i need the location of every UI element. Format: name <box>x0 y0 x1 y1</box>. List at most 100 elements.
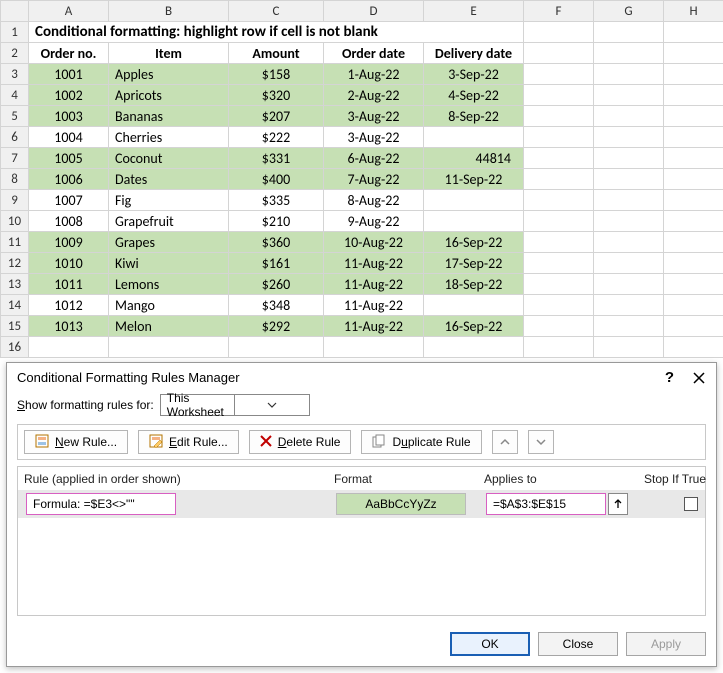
row-header[interactable]: 2 <box>1 43 29 64</box>
row-header[interactable]: 10 <box>1 211 29 232</box>
row-header[interactable]: 16 <box>1 337 29 358</box>
cell-amount[interactable]: $348 <box>229 295 324 316</box>
move-down-button[interactable] <box>528 430 554 454</box>
cell-orderdate[interactable]: 11-Aug-22 <box>324 274 424 295</box>
col-header[interactable]: G <box>594 1 664 22</box>
cell-amount[interactable]: $320 <box>229 85 324 106</box>
move-up-button[interactable] <box>492 430 518 454</box>
cell-orderdate[interactable]: 3-Aug-22 <box>324 106 424 127</box>
cell-order[interactable]: 1003 <box>29 106 109 127</box>
cell-item[interactable]: Bananas <box>109 106 229 127</box>
cell-delivery[interactable]: 16-Sep-22 <box>424 316 524 337</box>
cell-order[interactable]: 1005 <box>29 148 109 169</box>
ok-button[interactable]: OK <box>450 632 530 656</box>
row-header[interactable]: 14 <box>1 295 29 316</box>
cell-amount[interactable]: $335 <box>229 190 324 211</box>
header-amount[interactable]: Amount <box>229 43 324 64</box>
cell-order[interactable]: 1013 <box>29 316 109 337</box>
cell-orderdate[interactable]: 11-Aug-22 <box>324 295 424 316</box>
cell-amount[interactable]: $210 <box>229 211 324 232</box>
header-orderdate[interactable]: Order date <box>324 43 424 64</box>
cell-delivery[interactable]: 3-Sep-22 <box>424 64 524 85</box>
col-header[interactable]: D <box>324 1 424 22</box>
row-header[interactable]: 11 <box>1 232 29 253</box>
cell-orderdate[interactable]: 6-Aug-22 <box>324 148 424 169</box>
cell-order[interactable]: 1002 <box>29 85 109 106</box>
cell-order[interactable]: 1007 <box>29 190 109 211</box>
cell-amount[interactable]: $292 <box>229 316 324 337</box>
cell-delivery[interactable] <box>424 211 524 232</box>
cell-delivery[interactable]: 11-Sep-22 <box>424 169 524 190</box>
header-order[interactable]: Order no. <box>29 43 109 64</box>
cell-orderdate[interactable]: 2-Aug-22 <box>324 85 424 106</box>
close-button[interactable]: Close <box>538 632 618 656</box>
apply-button[interactable]: Apply <box>626 632 706 656</box>
row-header[interactable]: 4 <box>1 85 29 106</box>
cell-order[interactable]: 1006 <box>29 169 109 190</box>
row-header[interactable]: 8 <box>1 169 29 190</box>
cell-order[interactable]: 1010 <box>29 253 109 274</box>
cell-delivery[interactable] <box>424 190 524 211</box>
row-header[interactable]: 6 <box>1 127 29 148</box>
cell-order[interactable]: 1001 <box>29 64 109 85</box>
cell-item[interactable]: Mango <box>109 295 229 316</box>
cell-order[interactable]: 1004 <box>29 127 109 148</box>
cell-orderdate[interactable]: 11-Aug-22 <box>324 253 424 274</box>
cell-orderdate[interactable]: 3-Aug-22 <box>324 127 424 148</box>
row-header[interactable]: 3 <box>1 64 29 85</box>
col-header[interactable]: C <box>229 1 324 22</box>
cell-orderdate[interactable]: 7-Aug-22 <box>324 169 424 190</box>
cell-amount[interactable]: $158 <box>229 64 324 85</box>
show-rules-for-combo[interactable]: This Worksheet <box>160 394 310 416</box>
cell-item[interactable]: Coconut <box>109 148 229 169</box>
cell-amount[interactable]: $207 <box>229 106 324 127</box>
cell-amount[interactable]: $161 <box>229 253 324 274</box>
spreadsheet[interactable]: A B C D E F G H 1 Conditional formatting… <box>0 0 723 358</box>
col-header[interactable]: A <box>29 1 109 22</box>
cell-item[interactable]: Kiwi <box>109 253 229 274</box>
cell-order[interactable]: 1011 <box>29 274 109 295</box>
header-item[interactable]: Item <box>109 43 229 64</box>
cell-orderdate[interactable]: 11-Aug-22 <box>324 316 424 337</box>
col-header[interactable]: F <box>524 1 594 22</box>
cell-item[interactable]: Dates <box>109 169 229 190</box>
cell-item[interactable]: Apricots <box>109 85 229 106</box>
cell-orderdate[interactable]: 10-Aug-22 <box>324 232 424 253</box>
chevron-down-icon[interactable] <box>234 395 309 415</box>
cell-amount[interactable]: $331 <box>229 148 324 169</box>
duplicate-rule-button[interactable]: Duplicate Rule <box>361 430 481 454</box>
cell-delivery[interactable]: 18-Sep-22 <box>424 274 524 295</box>
cell-delivery[interactable] <box>424 295 524 316</box>
col-header[interactable]: E <box>424 1 524 22</box>
stop-if-true-checkbox[interactable] <box>684 497 698 511</box>
cell-delivery[interactable]: 4-Sep-22 <box>424 85 524 106</box>
row-header[interactable]: 9 <box>1 190 29 211</box>
cell-order[interactable]: 1009 <box>29 232 109 253</box>
cell-amount[interactable]: $400 <box>229 169 324 190</box>
cell-orderdate[interactable]: 1-Aug-22 <box>324 64 424 85</box>
rule-formula[interactable]: Formula: =$E3<>"" <box>26 493 176 515</box>
row-header[interactable]: 5 <box>1 106 29 127</box>
row-header[interactable]: 12 <box>1 253 29 274</box>
cell-amount[interactable]: $360 <box>229 232 324 253</box>
row-header[interactable]: 13 <box>1 274 29 295</box>
cell-orderdate[interactable]: 8-Aug-22 <box>324 190 424 211</box>
cell-delivery[interactable]: 16-Sep-22 <box>424 232 524 253</box>
edit-rule-button[interactable]: Edit Rule... <box>138 430 239 454</box>
applies-to-input[interactable]: =$A$3:$E$15 <box>486 493 606 515</box>
row-header[interactable]: 1 <box>1 22 29 43</box>
delete-rule-button[interactable]: Delete Rule <box>249 430 352 454</box>
cell-item[interactable]: Cherries <box>109 127 229 148</box>
cell-item[interactable]: Lemons <box>109 274 229 295</box>
select-all-corner[interactable] <box>1 1 29 22</box>
rule-row[interactable]: Formula: =$E3<>"" AaBbCcYyZz =$A$3:$E$15 <box>18 490 705 518</box>
row-header[interactable]: 15 <box>1 316 29 337</box>
cell-item[interactable]: Fig <box>109 190 229 211</box>
cell-amount[interactable]: $222 <box>229 127 324 148</box>
cell-item[interactable]: Grapefruit <box>109 211 229 232</box>
close-icon[interactable] <box>692 371 706 385</box>
sheet-title[interactable]: Conditional formatting: highlight row if… <box>29 22 524 43</box>
cell-item[interactable]: Grapes <box>109 232 229 253</box>
cell-order[interactable]: 1008 <box>29 211 109 232</box>
cell-orderdate[interactable]: 9-Aug-22 <box>324 211 424 232</box>
